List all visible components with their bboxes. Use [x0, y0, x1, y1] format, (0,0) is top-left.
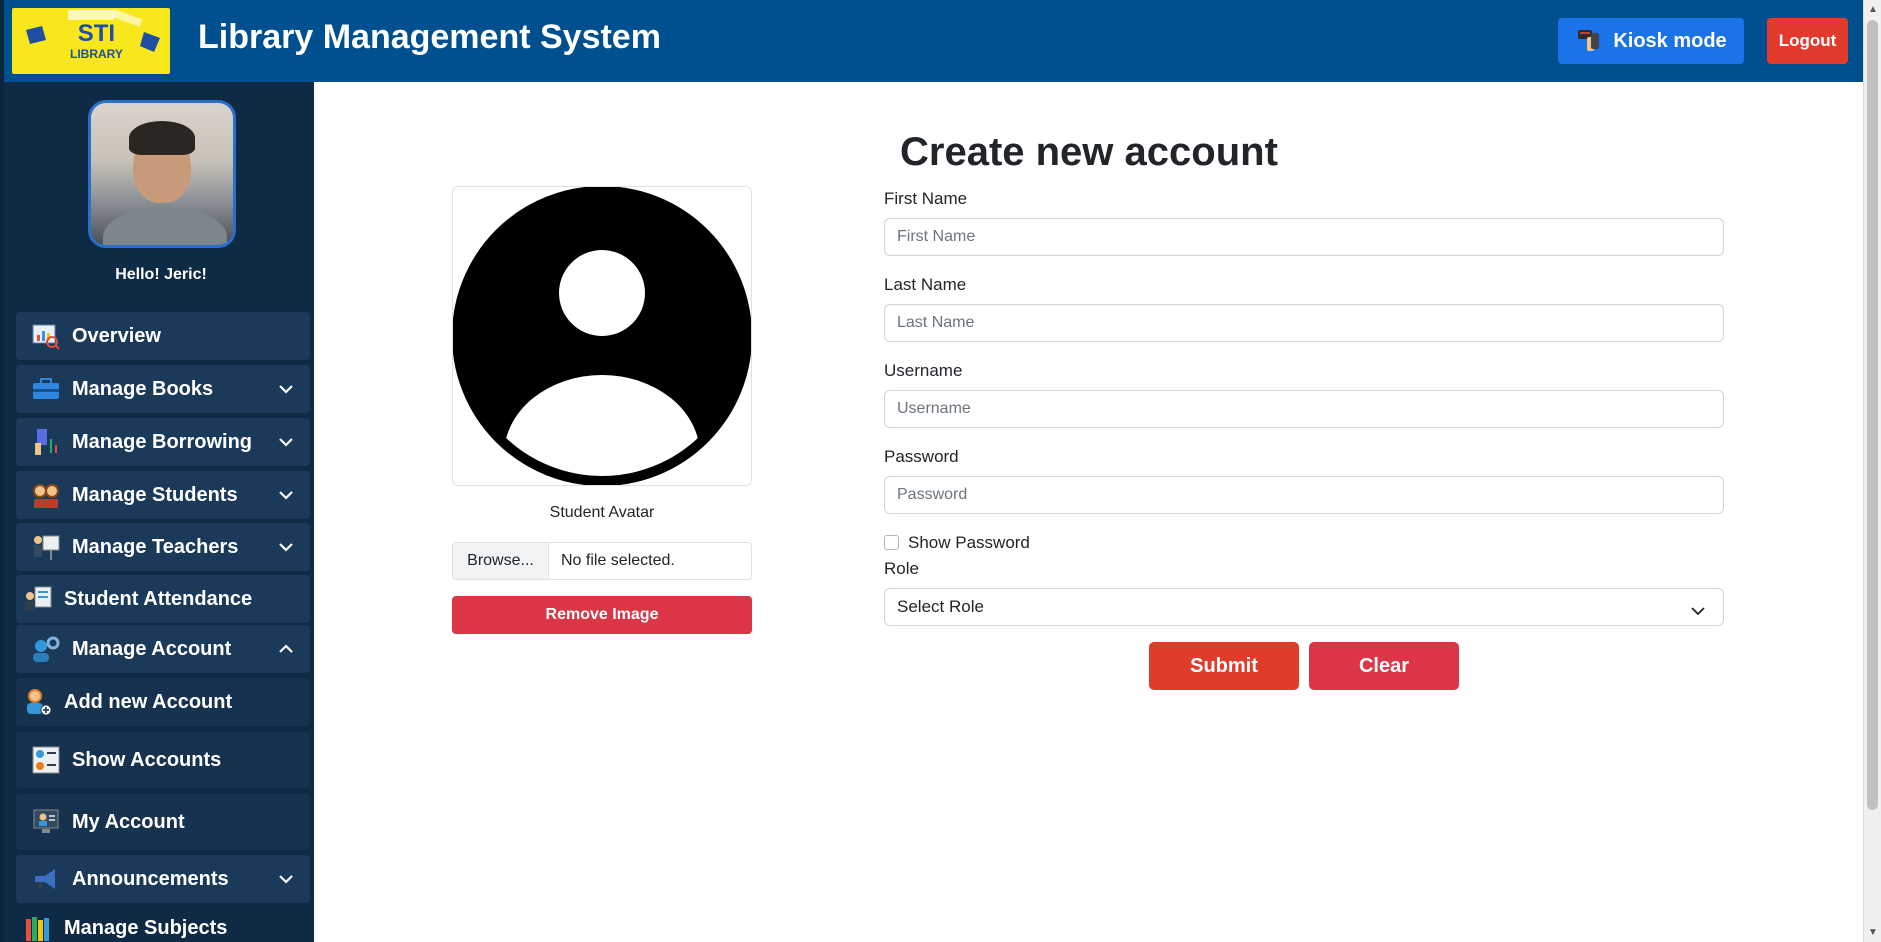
- app-header: STI LIBRARY Library Management System Ki…: [0, 0, 1863, 82]
- sidebar-item-label: Manage Teachers: [72, 535, 239, 558]
- role-select-value: Select Role: [897, 597, 984, 616]
- books-icon: [22, 912, 54, 942]
- chevron-down-icon: [1691, 601, 1705, 621]
- megaphone-icon: [30, 863, 62, 895]
- show-password-checkbox[interactable]: [884, 535, 899, 550]
- sidebar-item-label: Manage Books: [72, 377, 214, 400]
- last-name-input[interactable]: [884, 304, 1724, 342]
- logo-text-sti: STI: [77, 20, 116, 47]
- sidebar-item-my-account[interactable]: My Account: [16, 794, 310, 850]
- sidebar-item-label: Show Accounts: [72, 748, 222, 771]
- my-account-icon: [30, 806, 62, 838]
- add-user-icon: [22, 686, 54, 718]
- user-avatar[interactable]: [88, 100, 236, 248]
- sidebar-item-label: Overview: [72, 324, 161, 347]
- default-avatar-icon: [452, 186, 752, 486]
- chevron-down-icon: [276, 537, 296, 557]
- sidebar-item-manage-students[interactable]: Manage Students: [16, 471, 310, 519]
- page-scrollbar[interactable]: ▲ ▼: [1863, 0, 1881, 942]
- logo-text: STI LIBRARY: [70, 20, 123, 61]
- kiosk-mode-button[interactable]: Kiosk mode: [1558, 18, 1744, 64]
- logo-text-library: LIBRARY: [70, 47, 123, 61]
- clear-button[interactable]: Clear: [1309, 642, 1459, 690]
- role-select[interactable]: Select Role: [884, 588, 1724, 626]
- sidebar-item-manage-account[interactable]: Manage Account: [16, 625, 310, 673]
- role-label: Role: [884, 559, 919, 578]
- user-greeting: Hello! Jeric!: [115, 266, 207, 283]
- chevron-up-icon: [276, 639, 296, 659]
- first-name-label: First Name: [884, 189, 968, 208]
- kiosk-mode-label: Kiosk mode: [1613, 29, 1727, 52]
- page-title: Create new account: [900, 130, 1278, 174]
- logout-button[interactable]: Logout: [1767, 18, 1848, 64]
- sidebar-item-label: Manage Borrowing: [72, 430, 253, 453]
- sidebar-item-label: My Account: [72, 810, 185, 833]
- teacher-icon: [30, 531, 62, 563]
- submit-button[interactable]: Submit: [1149, 642, 1299, 690]
- password-label: Password: [884, 447, 959, 466]
- scrollbar-thumb[interactable]: [1867, 20, 1878, 810]
- chevron-down-icon: [276, 485, 296, 505]
- sidebar-item-label: Announcements: [72, 867, 229, 890]
- sidebar-item-manage-books[interactable]: Manage Books: [16, 365, 310, 413]
- briefcase-icon: [30, 373, 62, 405]
- accounts-list-icon: [30, 744, 62, 776]
- remove-image-button[interactable]: Remove Image: [452, 596, 752, 634]
- sidebar-item-overview[interactable]: Overview: [16, 312, 310, 360]
- attendance-icon: [22, 583, 54, 615]
- browse-button[interactable]: Browse...: [453, 543, 549, 579]
- barcode-scanner-icon: [1578, 30, 1600, 51]
- sidebar-item-label: Manage Subjects: [64, 916, 228, 939]
- chart-icon: [30, 320, 62, 352]
- sidebar-item-show-accounts[interactable]: Show Accounts: [16, 732, 310, 788]
- sidebar-item-student-attendance[interactable]: Student Attendance: [16, 575, 310, 623]
- student-avatar-preview: [452, 186, 752, 486]
- file-status-text: No file selected.: [561, 552, 675, 569]
- students-icon: [30, 479, 62, 511]
- first-name-input[interactable]: [884, 218, 1724, 256]
- username-label: Username: [884, 361, 963, 380]
- sidebar-item-manage-subjects[interactable]: Manage Subjects: [16, 908, 310, 942]
- sidebar-item-label: Add new Account: [64, 690, 233, 713]
- sidebar-item-label: Student Attendance: [64, 587, 253, 610]
- account-gear-icon: [30, 633, 62, 665]
- app-title: Library Management System: [198, 18, 661, 56]
- username-input[interactable]: [884, 390, 1724, 428]
- scroll-down-arrow-icon[interactable]: ▼: [1868, 927, 1878, 938]
- chevron-down-icon: [276, 379, 296, 399]
- student-avatar-label: Student Avatar: [549, 504, 655, 521]
- sidebar-item-announcements[interactable]: Announcements: [16, 855, 310, 903]
- sidebar: Hello! Jeric! Overview Manage Books Mana…: [0, 82, 314, 942]
- sidebar-item-label: Manage Students: [72, 483, 238, 506]
- password-input[interactable]: [884, 476, 1724, 514]
- sidebar-item-manage-borrowing[interactable]: Manage Borrowing: [16, 418, 310, 466]
- sti-library-logo: STI LIBRARY: [12, 8, 170, 74]
- sidebar-item-label: Manage Account: [72, 637, 232, 660]
- sidebar-item-manage-teachers[interactable]: Manage Teachers: [16, 523, 310, 571]
- sidebar-item-add-new-account[interactable]: Add new Account: [16, 678, 310, 726]
- chevron-down-icon: [276, 869, 296, 889]
- scroll-up-arrow-icon[interactable]: ▲: [1868, 4, 1878, 15]
- avatar-file-input[interactable]: Browse... No file selected.: [452, 542, 752, 580]
- borrow-icon: [30, 426, 62, 458]
- show-password-label: Show Password: [908, 533, 1030, 552]
- chevron-down-icon: [276, 432, 296, 452]
- last-name-label: Last Name: [884, 275, 967, 294]
